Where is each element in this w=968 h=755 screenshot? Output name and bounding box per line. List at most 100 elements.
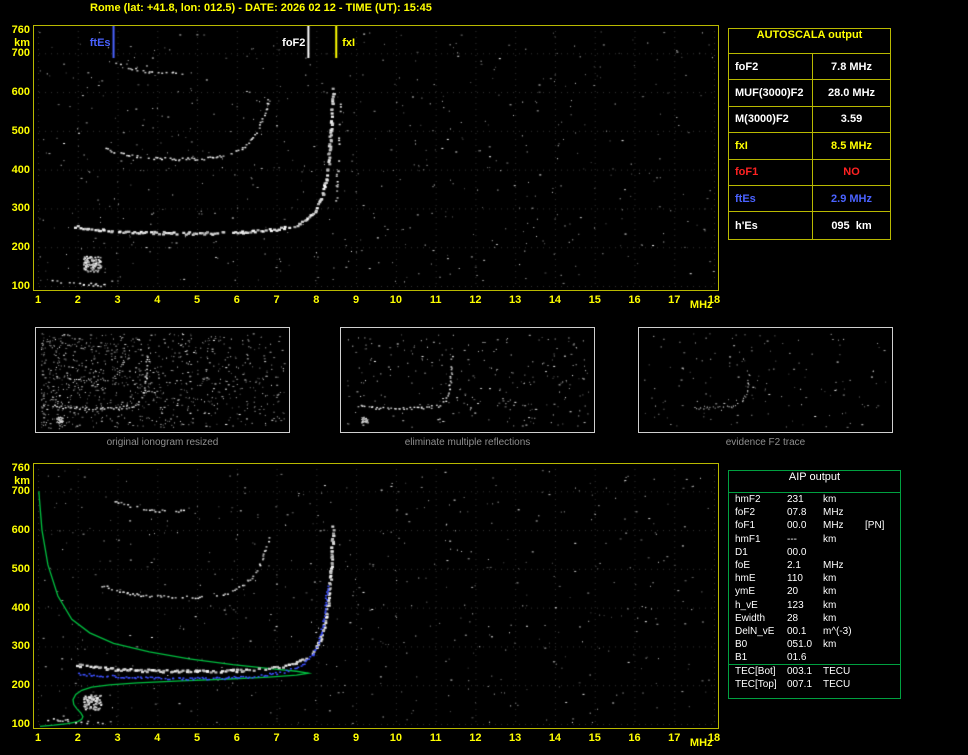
- y-tick-label: 600: [11, 86, 30, 99]
- aip-value: 00.1: [787, 625, 807, 637]
- aip-unit: km: [823, 533, 837, 545]
- x-tick-label: 10: [389, 732, 402, 744]
- x-axis-unit: MHz: [689, 737, 713, 749]
- autoscala-value: NO: [843, 166, 860, 179]
- aip-value: 2.1: [787, 560, 801, 572]
- x-tick-label: 7: [273, 732, 280, 744]
- profile-ionogram-canvas: [34, 464, 718, 728]
- aip-value: 110: [787, 573, 803, 585]
- aip-param: h_vE: [735, 599, 758, 611]
- aip-row: foE 2.1 MHz: [729, 559, 900, 572]
- x-tick-label: 17: [668, 732, 681, 744]
- aip-value: 231: [787, 494, 804, 506]
- x-tick-label: 16: [628, 294, 641, 306]
- autoscala-param: ftEs: [729, 185, 813, 212]
- aip-value: ---: [787, 533, 797, 545]
- aip-value: 003.1: [787, 666, 813, 678]
- x-tick-label: 9: [353, 732, 360, 744]
- y-axis-labels-top: 760 700 600 500 400 300 200 100 km: [2, 24, 30, 292]
- aip-table-rows: hmF2 231 km foF2 07.8 MHz foF1 00.0 MHz [PN] hmF1 -…: [729, 493, 900, 691]
- aip-unit: km: [823, 599, 837, 611]
- x-tick-label: 8: [313, 294, 320, 306]
- x-tick-label: 12: [469, 294, 482, 306]
- x-tick-label: 6: [233, 294, 240, 306]
- x-tick-label: 15: [588, 732, 601, 744]
- y-tick-label: 500: [11, 562, 30, 575]
- autoscala-value: 8.5 MHz: [831, 139, 872, 152]
- aip-unit: km: [823, 586, 837, 598]
- page-title: Rome (lat: +41.8, lon: 012.5) - DATE: 20…: [90, 2, 432, 14]
- x-tick-label: 17: [668, 294, 681, 306]
- x-tick-label: 14: [548, 732, 562, 744]
- y-tick-label: 760: [11, 462, 30, 474]
- y-tick-label: 400: [11, 601, 30, 614]
- mini-panel-cleaned: [340, 327, 595, 433]
- aip-row: DelN_vE 00.1 m^(-3): [729, 625, 900, 638]
- x-tick-label: 2: [74, 732, 81, 744]
- aip-unit: MHz: [823, 520, 844, 532]
- mini-panel-cleaned-canvas: [341, 328, 594, 432]
- mini-panel-original: [35, 327, 290, 433]
- aip-param: D1: [735, 546, 748, 558]
- x-tick-label: 4: [154, 294, 161, 306]
- aip-extra: [PN]: [865, 520, 885, 532]
- x-tick-label: 3: [114, 294, 121, 306]
- autoscala-param: foF2: [729, 54, 813, 80]
- autoscala-value: 2.9 MHz: [831, 192, 872, 205]
- aip-value: 07.8: [787, 507, 807, 519]
- y-tick-label: 300: [11, 202, 30, 215]
- autoscala-output-table: AUTOSCALA output foF2 7.8 MHz MUF(3000)F2 2…: [728, 28, 891, 240]
- x-tick-label: 3: [114, 732, 121, 744]
- y-tick-label: 700: [11, 485, 30, 498]
- aip-row: D1 00.0: [729, 546, 900, 559]
- mini-panel-f2trace: [638, 327, 893, 433]
- aip-row: B1 01.6: [729, 651, 900, 664]
- y-tick-label: 100: [11, 718, 30, 730]
- aip-row: TEC[Bot] 003.1 TECU: [729, 664, 900, 677]
- aip-unit: TECU: [823, 666, 851, 678]
- profile-ionogram-plot: [33, 463, 719, 729]
- aip-param: ymE: [735, 586, 755, 598]
- aip-param: B1: [735, 652, 748, 664]
- aip-param: TEC[Bot]: [735, 666, 776, 678]
- x-tick-label: 1: [34, 294, 42, 306]
- aip-value: 00.0: [787, 546, 807, 558]
- aip-unit: TECU: [823, 678, 851, 690]
- aip-unit: km: [823, 612, 837, 624]
- aip-param: B0: [735, 639, 748, 651]
- autoscala-row: fxI 8.5 MHz: [729, 133, 890, 160]
- x-axis-labels-bottom: 1 2 3 4 5 6 7 8 9 10 11 12 13 14 15 16 17 18 MHz: [33, 731, 733, 749]
- aip-row: B0 051.0 km: [729, 638, 900, 651]
- y-tick-label: 300: [11, 640, 30, 653]
- aip-value: 007.1: [787, 678, 813, 690]
- y-tick-label: 500: [11, 124, 30, 137]
- aip-value: 123: [787, 599, 804, 611]
- x-axis-labels-top: 1 2 3 4 5 6 7 8 9 10 11 12 13 14 15 16 17 18 MHz: [33, 293, 733, 311]
- x-tick-label: 15: [588, 294, 601, 306]
- aip-output-table: AIP output hmF2 231 km foF2 07.8 MHz foF1 00.0 M…: [728, 470, 901, 699]
- autoscala-table-header: AUTOSCALA output: [729, 29, 890, 54]
- aip-param: TEC[Top]: [735, 678, 777, 690]
- autoscala-param: M(3000)F2: [729, 106, 813, 133]
- x-tick-label: 6: [233, 732, 240, 744]
- aip-unit: km: [823, 573, 837, 585]
- aip-unit: km: [823, 639, 837, 651]
- aip-value: 28: [787, 612, 799, 624]
- x-tick-label: 16: [628, 732, 641, 744]
- aip-row: hmF1 --- km: [729, 533, 900, 546]
- panel-caption-cleaned: eliminate multiple reflections: [404, 437, 531, 448]
- y-tick-label: 200: [11, 241, 30, 254]
- aip-table-header: AIP output: [729, 471, 900, 493]
- aip-param: hmE: [735, 573, 756, 585]
- y-axis-labels-bottom: 760 700 600 500 400 300 200 100 km: [2, 462, 30, 730]
- autoscala-param: fxI: [729, 133, 813, 159]
- autoscala-value: 28.0 MHz: [827, 87, 876, 100]
- aip-row: hmF2 231 km: [729, 493, 900, 506]
- aip-unit: km: [823, 494, 837, 506]
- autoscala-row: h'Es 095 km: [729, 212, 890, 239]
- autoscala-row: M(3000)F2 3.59: [729, 106, 890, 134]
- autoscala-row: MUF(3000)F2 28.0 MHz: [729, 80, 890, 107]
- y-tick-label: 100: [11, 280, 30, 292]
- x-tick-label: 7: [273, 294, 280, 306]
- x-tick-label: 13: [509, 294, 522, 306]
